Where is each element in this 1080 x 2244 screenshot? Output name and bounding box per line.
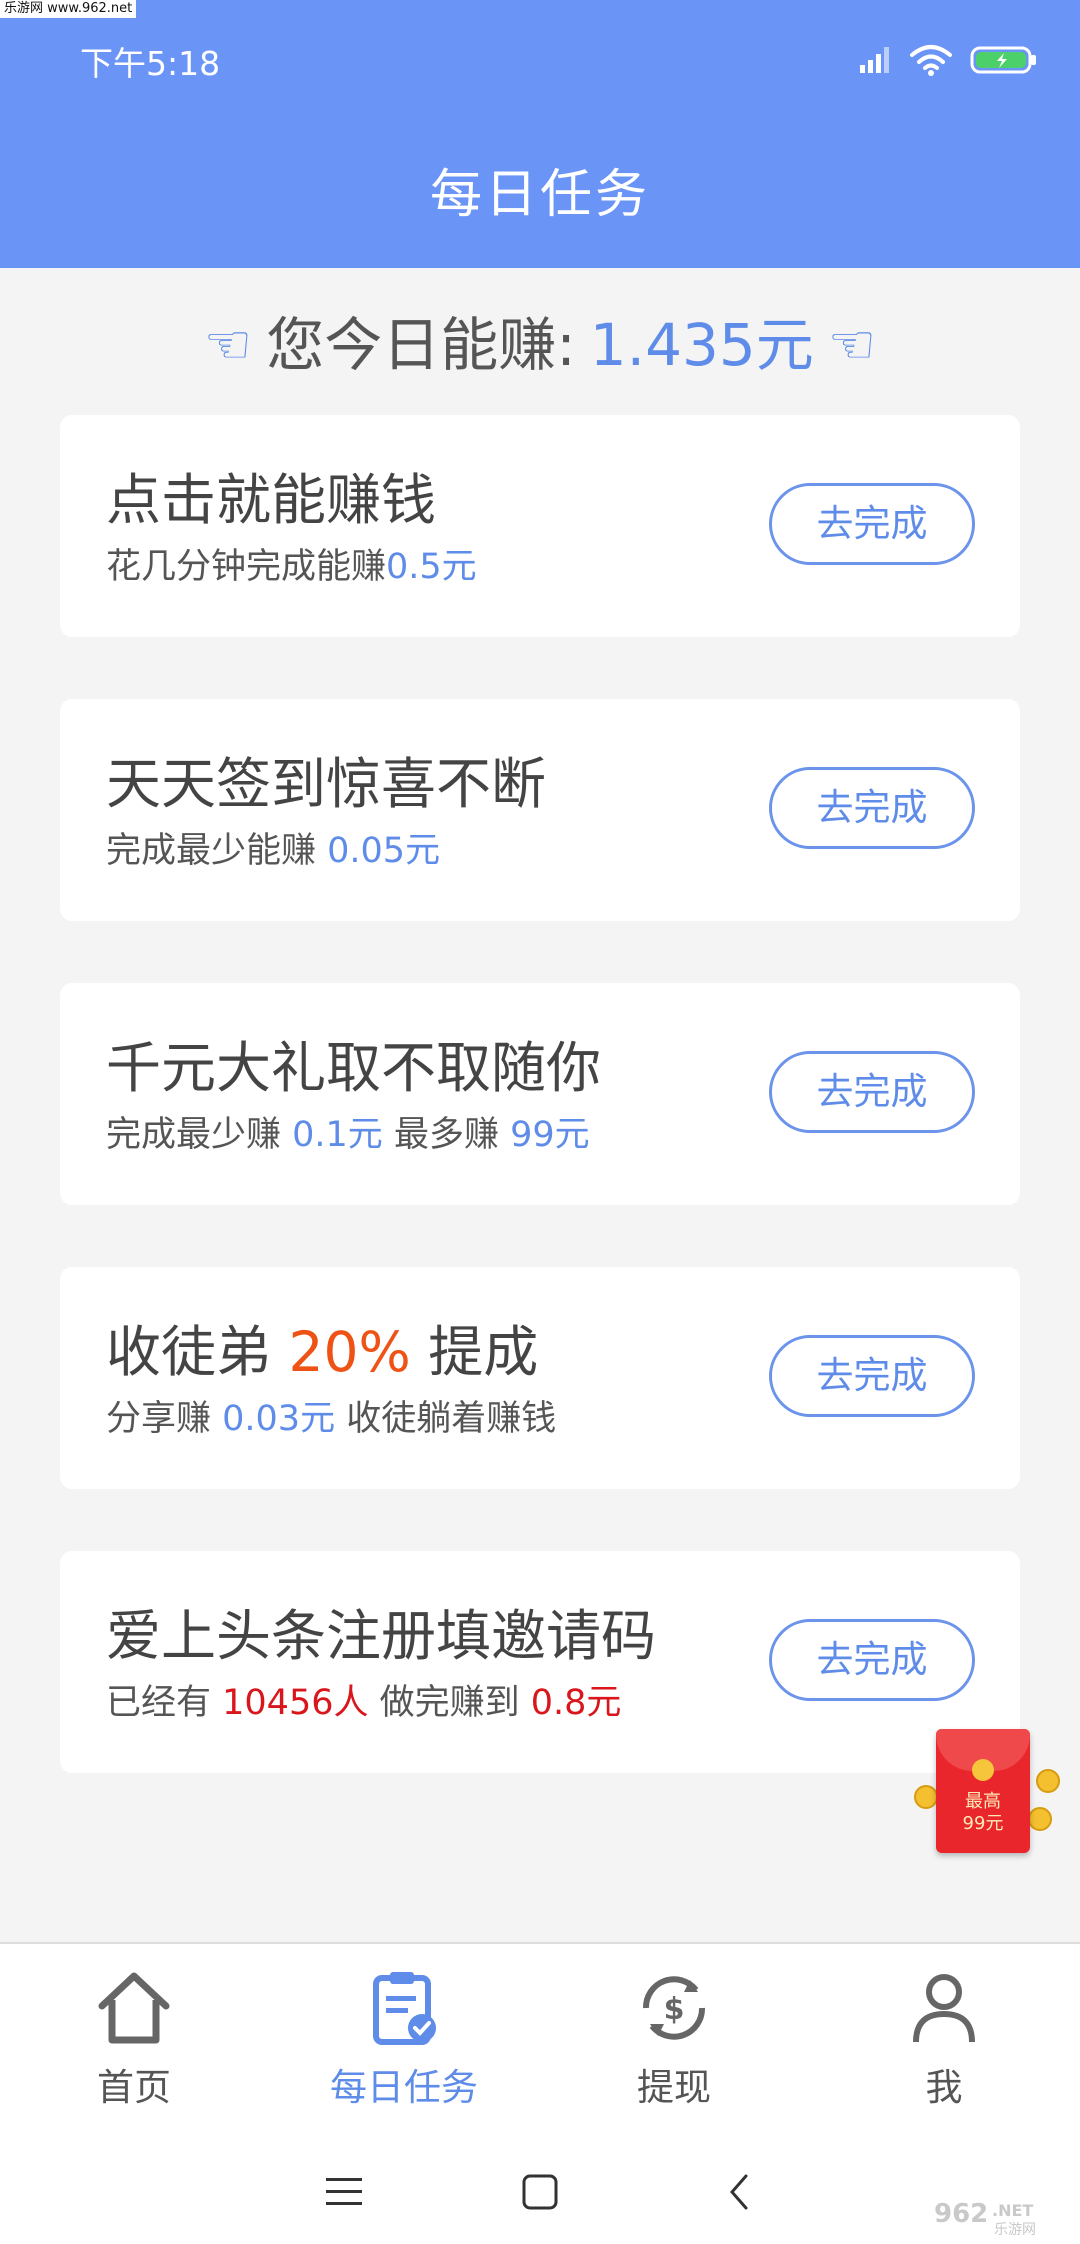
nav-item-daily-tasks[interactable]: 每日任务 — [304, 1968, 504, 2118]
task-list: 点击就能赚钱 花几分钟完成能赚0.5元 去完成 天天签到惊喜不断 完成最少能赚 … — [60, 415, 1020, 1835]
page: 乐游网 www.962.net 下午5:18 每日任务 ☜ 您今日能赚: 1.4… — [0, 0, 1080, 2244]
complete-task-button[interactable]: 去完成 — [769, 1051, 975, 1133]
task-desc: 分享赚 0.03元 收徒躺着赚钱 — [106, 1399, 557, 1439]
complete-task-button[interactable]: 去完成 — [769, 1619, 975, 1701]
summary-amount: 1.435元 — [589, 311, 814, 379]
person-icon — [913, 1974, 975, 2043]
coin-icon — [1028, 1807, 1052, 1831]
app-header: 乐游网 www.962.net 下午5:18 每日任务 — [0, 0, 1080, 268]
back-icon[interactable] — [710, 2162, 770, 2222]
task-desc: 已经有 10456人 做完赚到 0.8元 — [106, 1683, 622, 1723]
watermark-logo: 962 .NET 乐游网 — [934, 2199, 1036, 2238]
wifi-icon — [910, 45, 952, 76]
task-card-gift: 千元大礼取不取随你 完成最少赚 0.1元 最多赚 99元 去完成 — [60, 983, 1020, 1205]
coin-icon — [1036, 1769, 1060, 1793]
system-nav-bar: 962 .NET 乐游网 — [0, 2132, 1080, 2244]
task-title: 点击就能赚钱 — [106, 468, 437, 532]
complete-task-button[interactable]: 去完成 — [769, 1335, 975, 1417]
clipboard-icon — [373, 1972, 436, 2045]
red-packet-icon: 最高 99元 — [936, 1729, 1030, 1853]
earnings-summary: ☜ 您今日能赚: 1.435元 ☜ — [0, 305, 1080, 385]
red-packet-label: 最高 99元 — [962, 1791, 1004, 1834]
page-title: 每日任务 — [429, 165, 650, 225]
withdraw-icon: $ — [642, 1976, 706, 2040]
complete-task-button[interactable]: 去完成 — [769, 483, 975, 565]
task-title: 天天签到惊喜不断 — [106, 752, 547, 816]
home-square-icon[interactable] — [510, 2162, 570, 2222]
task-desc: 完成最少能赚 0.05元 — [106, 831, 441, 871]
svg-text:$: $ — [664, 1992, 685, 2027]
battery-icon — [970, 46, 1036, 74]
bottom-nav: 首页 每日任务 $ 提现 我 — [0, 1942, 1080, 2132]
status-icons — [858, 44, 1038, 76]
watermark-text: 乐游网 www.962.net — [0, 0, 137, 18]
svg-text:962: 962 — [934, 2199, 988, 2229]
menu-icon[interactable] — [314, 2162, 374, 2222]
task-card-invite-code: 爱上头条注册填邀请码 已经有 10456人 做完赚到 0.8元 去完成 — [60, 1551, 1020, 1773]
task-title: 收徒弟 20% 提成 — [106, 1320, 539, 1384]
complete-task-button[interactable]: 去完成 — [769, 767, 975, 849]
summary-label: 您今日能赚: — [266, 311, 576, 379]
svg-text:乐游网: 乐游网 — [994, 2222, 1036, 2238]
nav-item-home[interactable]: 首页 — [34, 1968, 234, 2118]
home-icon — [98, 1972, 170, 2044]
nav-item-withdraw[interactable]: $ 提现 — [574, 1968, 774, 2118]
task-card-click-earn: 点击就能赚钱 花几分钟完成能赚0.5元 去完成 — [60, 415, 1020, 637]
pointing-hand-icon: ☜ — [827, 313, 877, 376]
task-card-checkin: 天天签到惊喜不断 完成最少能赚 0.05元 去完成 — [60, 699, 1020, 921]
signal-icon — [860, 47, 889, 73]
coin-icon — [914, 1785, 938, 1809]
task-title: 千元大礼取不取随你 — [106, 1036, 602, 1100]
red-packet-float-button[interactable]: 最高 99元 — [910, 1715, 1070, 1855]
pointing-hand-icon: ☜ — [203, 313, 253, 376]
task-title: 爱上头条注册填邀请码 — [106, 1604, 657, 1668]
task-desc: 花几分钟完成能赚0.5元 — [106, 547, 477, 587]
task-desc: 完成最少赚 0.1元 最多赚 99元 — [106, 1115, 590, 1155]
status-time: 下午5:18 — [80, 44, 221, 83]
nav-item-me[interactable]: 我 — [844, 1968, 1044, 2118]
task-card-apprentice: 收徒弟 20% 提成 分享赚 0.03元 收徒躺着赚钱 去完成 — [60, 1267, 1020, 1489]
svg-text:.NET: .NET — [992, 2201, 1033, 2220]
